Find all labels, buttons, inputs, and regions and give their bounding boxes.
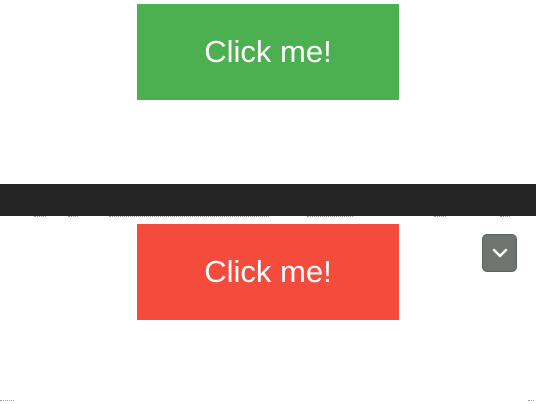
dotted-divider [307,216,353,220]
click-me-button-red[interactable]: Click me! [137,224,399,320]
dotted-divider [500,216,510,220]
dotted-divider [109,216,269,220]
dotted-divider [434,216,446,220]
scroll-down-button[interactable] [482,234,517,272]
dotted-divider [34,216,46,220]
chevron-down-icon [492,248,507,258]
page: Click me! Click me! [0,0,536,404]
dotted-divider [0,400,14,403]
dotted-divider [68,216,78,220]
dark-bar [0,184,536,216]
dotted-divider [528,400,534,403]
click-me-button-green[interactable]: Click me! [137,4,399,100]
